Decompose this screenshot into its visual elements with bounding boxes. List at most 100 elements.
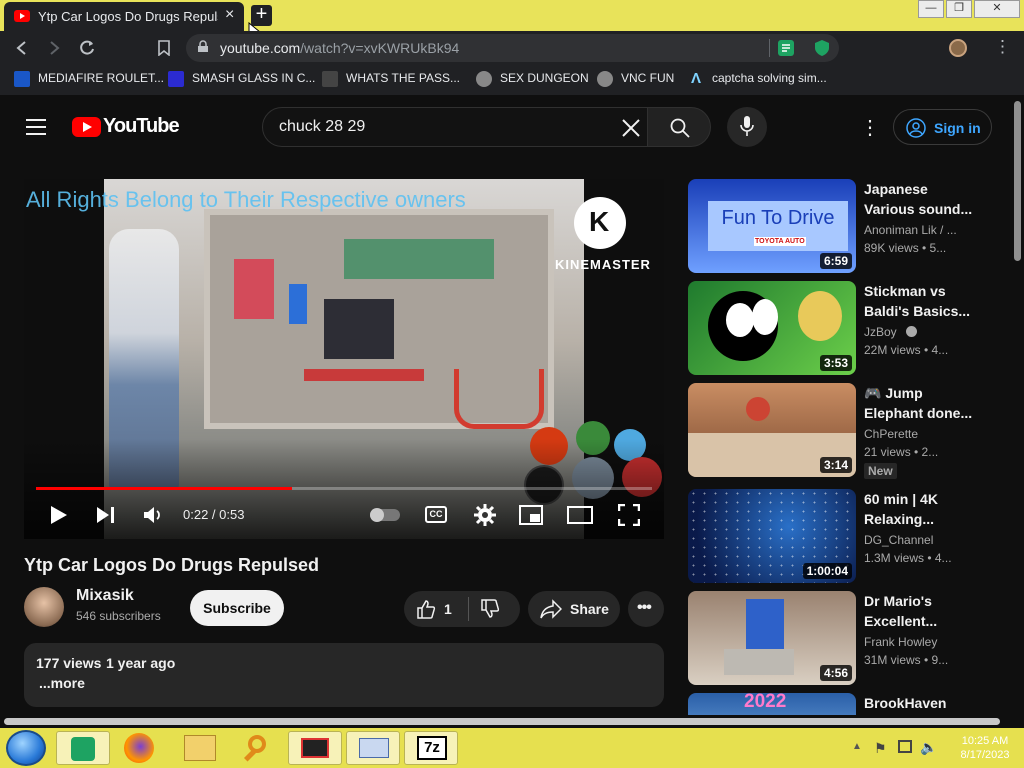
recommended-video[interactable]: 3:53 Stickman vs Baldi's Basics... JzBoy … xyxy=(688,281,1000,375)
bookmark-item[interactable]: VNC FUN xyxy=(597,71,674,89)
tray-expand-icon[interactable]: ▲ xyxy=(852,741,862,752)
url-path: /watch?v=xvKWRUkBk94 xyxy=(300,40,460,56)
network-icon[interactable] xyxy=(898,740,912,753)
file-explorer-icon[interactable] xyxy=(184,735,216,761)
back-icon[interactable] xyxy=(14,40,30,56)
channel-avatar[interactable] xyxy=(24,587,64,627)
forward-icon[interactable] xyxy=(46,40,62,56)
reload-icon[interactable] xyxy=(78,39,96,57)
verified-icon xyxy=(906,326,917,337)
system-clock[interactable]: 10:25 AM 8/17/2023 xyxy=(950,734,1020,762)
extension-shield-icon[interactable] xyxy=(814,39,830,57)
settings-more-icon[interactable]: ⋮ xyxy=(860,115,880,140)
video-thumbnail[interactable]: 3:14 xyxy=(688,383,856,477)
thumb-subtext: TOYOTA AUTO xyxy=(754,237,806,246)
scrollbar-thumb[interactable] xyxy=(4,718,1000,725)
video-thumbnail[interactable]: 2022 xyxy=(688,693,856,715)
video-thumbnail[interactable]: Fun To Drive TOYOTA AUTO 6:59 xyxy=(688,179,856,273)
volume-icon[interactable] xyxy=(142,504,164,526)
video-thumbnail[interactable]: 4:56 xyxy=(688,591,856,685)
channel-name[interactable]: ChPerette xyxy=(864,427,918,441)
recommended-video[interactable]: 3:14 🎮 Jump Elephant done... ChPerette 21… xyxy=(688,383,1000,479)
channel-name[interactable]: JzBoy xyxy=(864,325,917,339)
search-magnifier-icon[interactable] xyxy=(242,733,272,763)
captions-button[interactable]: CC xyxy=(425,506,447,523)
url-domain: youtube.com xyxy=(220,40,301,56)
start-button[interactable] xyxy=(6,730,46,766)
gear-icon xyxy=(597,71,613,87)
bookmark-item[interactable]: Λcaptcha solving sim... xyxy=(688,71,827,89)
vertical-scrollbar[interactable] xyxy=(1012,95,1024,715)
sign-in-button[interactable]: Sign in xyxy=(893,109,992,145)
duration-badge: 4:56 xyxy=(819,665,852,681)
media-player-icon xyxy=(301,738,329,758)
close-window-button[interactable]: ✕ xyxy=(974,0,1020,18)
profile-avatar[interactable] xyxy=(949,39,967,57)
bookmark-icon[interactable] xyxy=(157,40,171,56)
subscribe-button[interactable]: Subscribe xyxy=(190,590,284,626)
bookmark-item[interactable]: WHATS THE PASS... xyxy=(322,71,460,89)
sheets-icon xyxy=(71,737,95,761)
next-icon[interactable] xyxy=(96,506,116,524)
hamburger-menu-icon[interactable] xyxy=(26,119,46,135)
video-title: Japanese Various sound... xyxy=(864,181,973,217)
channel-name[interactable]: DG_Channel xyxy=(864,533,933,547)
bookmark-item[interactable]: SMASH GLASS IN C... xyxy=(168,71,315,89)
show-more-link[interactable]: ...more xyxy=(39,675,85,691)
bookmark-item[interactable]: MEDIAFIRE ROULET... xyxy=(14,71,164,89)
search-button[interactable] xyxy=(647,107,711,147)
video-thumbnail[interactable]: 1:00:04 xyxy=(688,489,856,583)
firefox-icon[interactable] xyxy=(124,733,154,763)
minimize-button[interactable]: — xyxy=(918,0,944,18)
address-bar[interactable]: youtube.com/watch?v=xvKWRUkBk94 xyxy=(186,34,839,62)
recommended-video[interactable]: 2022 BrookHaven xyxy=(688,693,1000,715)
share-button[interactable]: Share xyxy=(528,591,620,627)
extension-sheets-icon[interactable] xyxy=(778,40,794,56)
recommended-video[interactable]: 1:00:04 60 min | 4K Relaxing... DG_Channe… xyxy=(688,489,1000,583)
gear-icon xyxy=(476,71,492,87)
maximize-button[interactable]: ❐ xyxy=(946,0,972,18)
scrollbar-thumb[interactable] xyxy=(1014,101,1021,261)
recommended-video[interactable]: 4:56 Dr Mario's Excellent... Frank Howley… xyxy=(688,591,1000,685)
search-input[interactable]: chuck 28 29 xyxy=(262,107,648,147)
tab-close-icon[interactable]: × xyxy=(225,6,234,24)
recommended-video[interactable]: Fun To Drive TOYOTA AUTO 6:59 Japanese Va… xyxy=(688,179,1000,273)
progress-bar[interactable] xyxy=(36,487,652,490)
mask-icon xyxy=(322,71,338,87)
bookmark-item[interactable]: SEX DUNGEON xyxy=(476,71,589,89)
channel-name[interactable]: Mixasik xyxy=(76,587,134,605)
taskbar-7zip-app[interactable]: 7z xyxy=(404,731,458,765)
microphone-icon xyxy=(740,116,754,136)
video-title: 🎮 Jump Elephant done... xyxy=(864,385,973,421)
browser-tab[interactable]: Ytp Car Logos Do Drugs Repulsed × xyxy=(4,2,244,31)
video-player[interactable]: All Rights Belong to Their Respective ow… xyxy=(24,179,664,539)
channel-name[interactable]: Anoniman Lik / ... xyxy=(864,223,957,237)
play-icon[interactable] xyxy=(50,505,68,525)
youtube-logo-text[interactable]: YouTube xyxy=(103,115,180,138)
volume-tray-icon[interactable]: 🔈 xyxy=(920,739,937,756)
dislike-icon[interactable] xyxy=(480,599,500,619)
video-thumbnail[interactable]: 3:53 xyxy=(688,281,856,375)
more-actions-button[interactable]: ••• xyxy=(628,591,664,627)
share-icon xyxy=(540,599,562,619)
time-display: 0:22 / 0:53 xyxy=(183,507,245,522)
like-icon[interactable] xyxy=(416,599,436,619)
browser-menu-icon[interactable]: ⋮ xyxy=(994,37,1011,57)
horizontal-scrollbar[interactable] xyxy=(0,715,1024,728)
settings-gear-icon[interactable] xyxy=(474,504,496,526)
miniplayer-icon[interactable] xyxy=(519,505,543,525)
taskbar-media-app[interactable] xyxy=(288,731,342,765)
autoplay-toggle[interactable] xyxy=(370,508,400,522)
flag-icon[interactable]: ⚑ xyxy=(874,740,887,757)
clear-search-icon[interactable] xyxy=(622,119,640,137)
taskbar-sheets-app[interactable] xyxy=(56,731,110,765)
theater-mode-icon[interactable] xyxy=(567,505,593,525)
youtube-logo-icon[interactable] xyxy=(72,117,101,137)
duration-badge: 6:59 xyxy=(819,253,852,269)
video-title: Stickman vs Baldi's Basics... xyxy=(864,283,971,319)
fullscreen-icon[interactable] xyxy=(618,504,640,526)
taskbar-keyboard-app[interactable] xyxy=(346,731,400,765)
description-box[interactable]: 177 views 1 year ago ...more xyxy=(24,643,664,707)
voice-search-button[interactable] xyxy=(727,107,767,147)
channel-name[interactable]: Frank Howley xyxy=(864,635,937,649)
